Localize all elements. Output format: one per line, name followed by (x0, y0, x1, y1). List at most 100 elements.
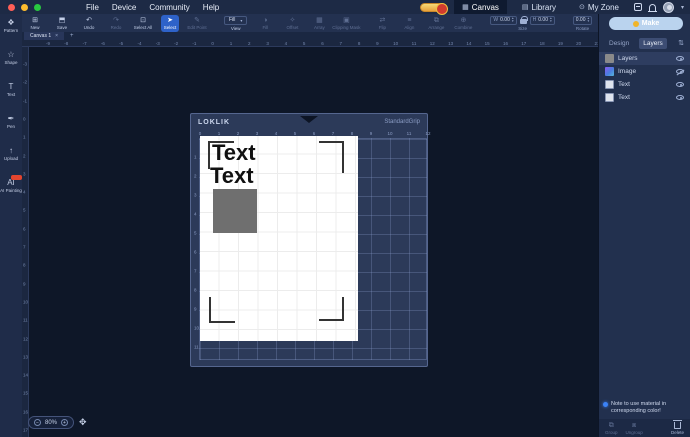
rotate-input[interactable]: 0.00 ▴▾ (573, 16, 593, 25)
stepper-arrows-icon[interactable]: ▴▾ (550, 17, 552, 22)
select-all-button[interactable]: ⊡ Select All (134, 15, 152, 32)
layer-row-layers[interactable]: Layers (599, 52, 690, 65)
layer-row-text-1[interactable]: Text (599, 78, 690, 91)
sidebar-item-pen[interactable]: ✒ Pen (0, 114, 22, 129)
visibility-eye-icon[interactable] (676, 56, 684, 61)
view-group: Fill ▾ View (224, 16, 247, 31)
canvas-1-tab[interactable]: Canvas 1 × (24, 32, 64, 40)
arrange-menu-button[interactable]: ⧉ Arrange (427, 15, 445, 32)
array-button[interactable]: ▦ Array (310, 15, 328, 32)
layer-row-text-2[interactable]: Text (599, 91, 690, 104)
sidebar-item-ai-painting[interactable]: AI AI Painting (0, 178, 22, 193)
group-button[interactable]: ⧉ Group (605, 422, 618, 435)
arrange-icon: ⧉ (434, 17, 439, 24)
new-button[interactable]: ⊞ New (26, 15, 44, 32)
stepper-arrows-icon[interactable]: ▴▾ (588, 17, 590, 22)
zoom-pill: − 80% + (28, 416, 74, 429)
pan-hand-icon[interactable]: ✥ (79, 417, 87, 428)
right-panel: Make Design Layers ⇅ Layers Image Text (598, 14, 690, 437)
window-minimize-button[interactable] (21, 4, 28, 11)
tab-library[interactable]: ▤ Library (514, 0, 564, 14)
flip-menu-button[interactable]: ⇄ Flip (373, 15, 391, 32)
layer-thumbnail (605, 67, 614, 76)
menu-help[interactable]: Help (203, 3, 219, 12)
sidebar-item-shape[interactable]: ☆ Shape (0, 50, 22, 65)
size-group: W 0.00 ▴▾ H 0.00 ▴▾ Size (490, 16, 554, 31)
left-sidebar: ❖ Pattern ☆ Shape T Text ✒ Pen ↑ Upload … (0, 14, 22, 437)
delete-button[interactable]: Delete (671, 422, 684, 435)
cutting-mat[interactable]: LOKLIK StandardGrip 01234567891011121234… (190, 113, 428, 367)
horizontal-ruler: -9-8-7-6-5-4-3-2-10123456789101112131415… (22, 40, 598, 47)
shape-icon: ☆ (7, 50, 14, 59)
redo-icon: ↷ (113, 17, 119, 24)
menu-device[interactable]: Device (112, 3, 136, 12)
width-input[interactable]: W 0.00 ▴▾ (490, 16, 516, 25)
make-button[interactable]: Make (609, 17, 683, 30)
calendar-icon[interactable] (634, 3, 642, 11)
text-element-1[interactable]: Text (212, 142, 256, 164)
toolbar: ⊞ New ⬒ Save ↶ Undo ↷ Redo ⊡ Select All … (22, 14, 598, 32)
undo-button[interactable]: ↶ Undo (80, 15, 98, 32)
undo-icon: ↶ (86, 17, 92, 24)
save-icon: ⬒ (59, 17, 66, 24)
window-zoom-button[interactable] (34, 4, 41, 11)
menu-community[interactable]: Community (149, 3, 189, 12)
canvas-workspace[interactable]: -9-8-7-6-5-4-3-2-10123456789101112131415… (22, 40, 598, 437)
visibility-eye-off-icon[interactable] (676, 69, 684, 74)
mat-brand-label: LOKLIK (198, 119, 230, 126)
sidebar-item-text[interactable]: T Text (0, 82, 22, 97)
stepper-arrows-icon[interactable]: ▴▾ (512, 17, 514, 22)
zoom-in-button[interactable]: + (61, 419, 68, 426)
promo-badge-icon[interactable] (420, 3, 447, 12)
select-all-icon: ⊡ (140, 17, 146, 24)
align-menu-button[interactable]: ≡ Align (400, 15, 418, 32)
clipping-mask-button[interactable]: ▣ Clipping Mask (337, 15, 355, 32)
material-hint: Note to use material in corresponding co… (603, 401, 687, 415)
layer-row-image[interactable]: Image (599, 65, 690, 78)
text-element-2[interactable]: Text (210, 165, 254, 187)
artboard-paper[interactable]: Text Text (200, 136, 358, 341)
combine-menu-button[interactable]: ⊕ Combine (454, 15, 472, 32)
tab-canvas[interactable]: ▦ Canvas (454, 0, 507, 14)
offset-button[interactable]: ✧ Offset (283, 15, 301, 32)
array-icon: ▦ (316, 17, 323, 24)
panel-tabs: Design Layers ⇅ (599, 36, 690, 50)
visibility-eye-icon[interactable] (676, 95, 684, 100)
save-button[interactable]: ⬒ Save (53, 15, 71, 32)
window-close-button[interactable] (8, 4, 15, 11)
add-canvas-button[interactable]: + (70, 33, 74, 39)
reg-mark-top-right (319, 141, 344, 143)
fill-button[interactable]: ◑ Fill (256, 15, 274, 32)
square-image-element[interactable] (213, 189, 257, 233)
user-avatar[interactable] (663, 2, 674, 13)
avatar-chevron-down-icon[interactable]: ▾ (681, 4, 684, 11)
tab-my-zone[interactable]: ⊙ My Zone (571, 0, 627, 14)
flip-icon: ⇄ (379, 17, 385, 24)
notification-bell-icon[interactable] (649, 4, 656, 11)
reg-mark-top-right (342, 143, 344, 173)
tab-layers[interactable]: Layers (639, 38, 667, 49)
lock-ratio-icon[interactable] (520, 19, 527, 24)
app-window: File Device Community Help ▦ Canvas ▤ Li… (0, 0, 690, 437)
ungroup-button[interactable]: ⧈ Ungroup (626, 422, 643, 435)
visibility-eye-icon[interactable] (676, 82, 684, 87)
layers-list: Layers Image Text Text (599, 52, 690, 104)
trash-icon (674, 422, 681, 429)
height-input[interactable]: H 0.00 ▴▾ (530, 16, 555, 25)
make-icon (633, 21, 639, 27)
menu-file[interactable]: File (86, 3, 99, 12)
sidebar-item-upload[interactable]: ↑ Upload (0, 146, 22, 161)
pen-icon: ✒ (8, 114, 15, 123)
tab-design[interactable]: Design (605, 38, 633, 49)
my-zone-icon: ⊙ (579, 3, 585, 11)
close-tab-icon[interactable]: × (55, 33, 58, 39)
redo-button[interactable]: ↷ Redo (107, 15, 125, 32)
ungroup-icon: ⧈ (632, 422, 636, 429)
select-tool-button[interactable]: ➤ Select (161, 15, 179, 32)
cursor-icon: ➤ (167, 17, 173, 24)
zoom-out-button[interactable]: − (34, 419, 41, 426)
view-mode-dropdown[interactable]: Fill ▾ (224, 16, 247, 25)
edit-point-button[interactable]: ✎ Edit Point (188, 15, 206, 32)
sidebar-item-pattern[interactable]: ❖ Pattern (0, 18, 22, 33)
sort-layers-icon[interactable]: ⇅ (678, 39, 684, 47)
